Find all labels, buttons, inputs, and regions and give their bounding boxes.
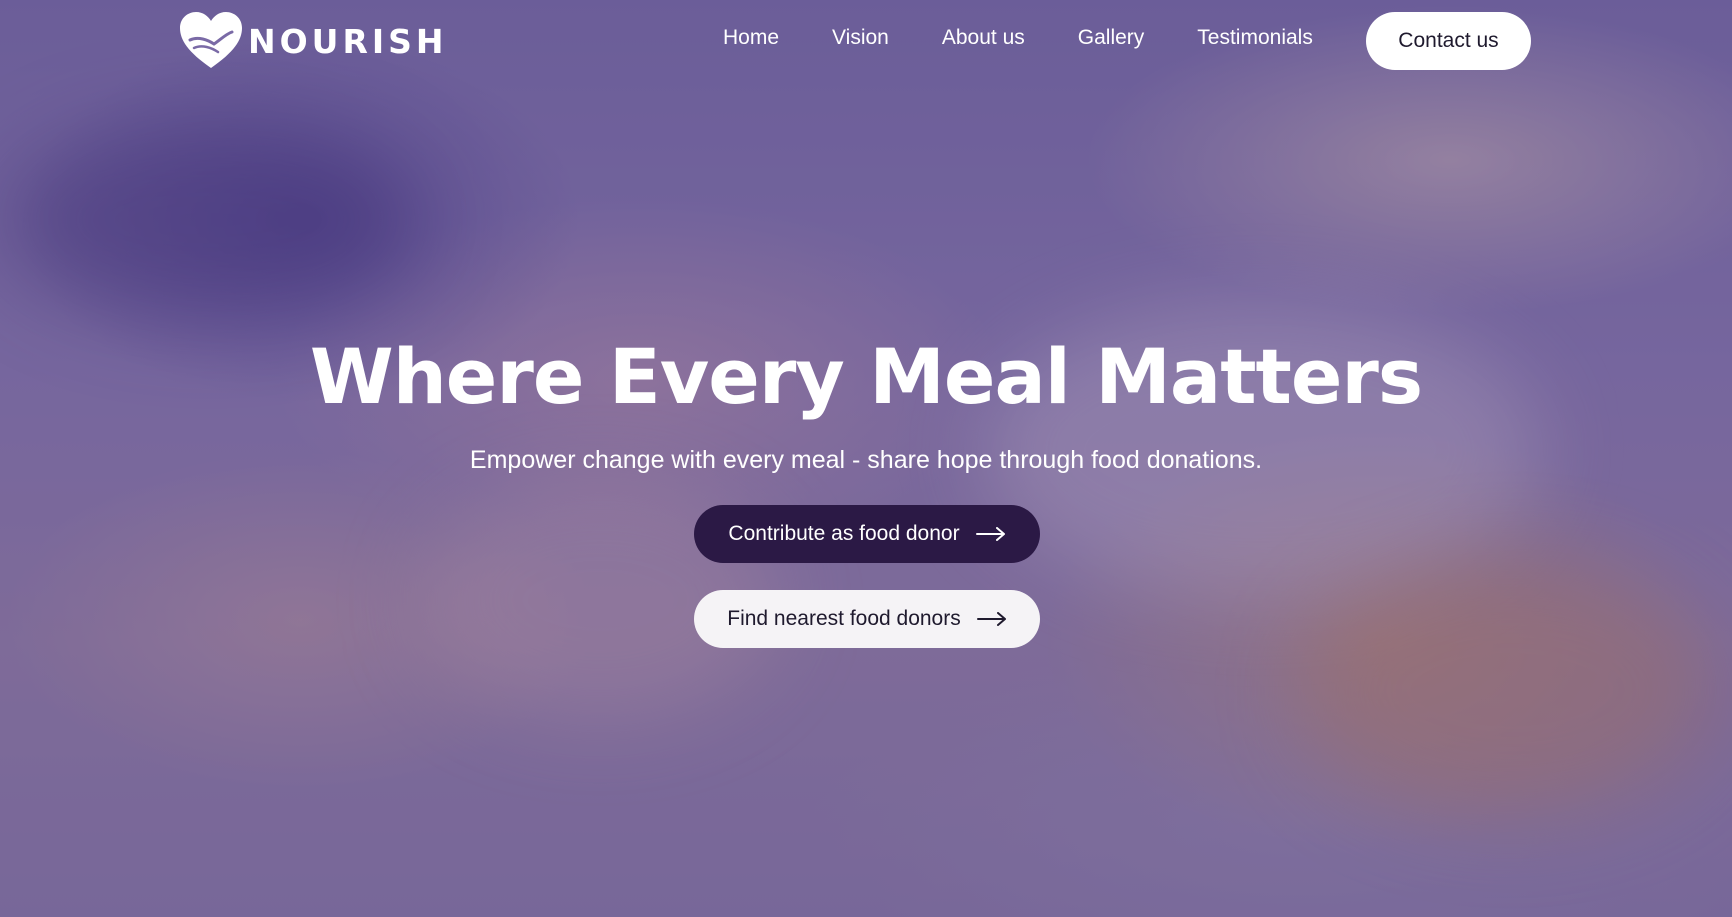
contact-button[interactable]: Contact us	[1366, 12, 1531, 70]
brand-name: NOURISH	[248, 21, 448, 61]
contribute-donor-label: Contribute as food donor	[728, 522, 960, 545]
hero-headline: Where Every Meal Matters	[309, 332, 1423, 421]
nav-link-home[interactable]: Home	[723, 26, 779, 50]
logo[interactable]: NOURISH	[178, 10, 448, 72]
arrow-right-icon	[975, 527, 1005, 541]
find-donors-button[interactable]: Find nearest food donors	[694, 590, 1040, 648]
find-donors-label: Find nearest food donors	[727, 607, 961, 630]
hero-section: NOURISH Home Vision About us Gallery Tes…	[0, 0, 1732, 917]
nav-link-vision[interactable]: Vision	[832, 26, 889, 50]
navbar: NOURISH Home Vision About us Gallery Tes…	[0, 0, 1732, 84]
arrow-right-icon	[976, 612, 1006, 626]
heart-hand-icon	[180, 12, 242, 68]
nav-link-testimonials[interactable]: Testimonials	[1197, 26, 1313, 50]
nav-links: Home Vision About us Gallery Testimonial…	[723, 26, 1366, 50]
nav-link-about[interactable]: About us	[942, 26, 1025, 50]
nav-link-gallery[interactable]: Gallery	[1078, 26, 1145, 50]
contribute-donor-button[interactable]: Contribute as food donor	[694, 505, 1040, 563]
hero-subhead: Empower change with every meal - share h…	[469, 446, 1263, 474]
